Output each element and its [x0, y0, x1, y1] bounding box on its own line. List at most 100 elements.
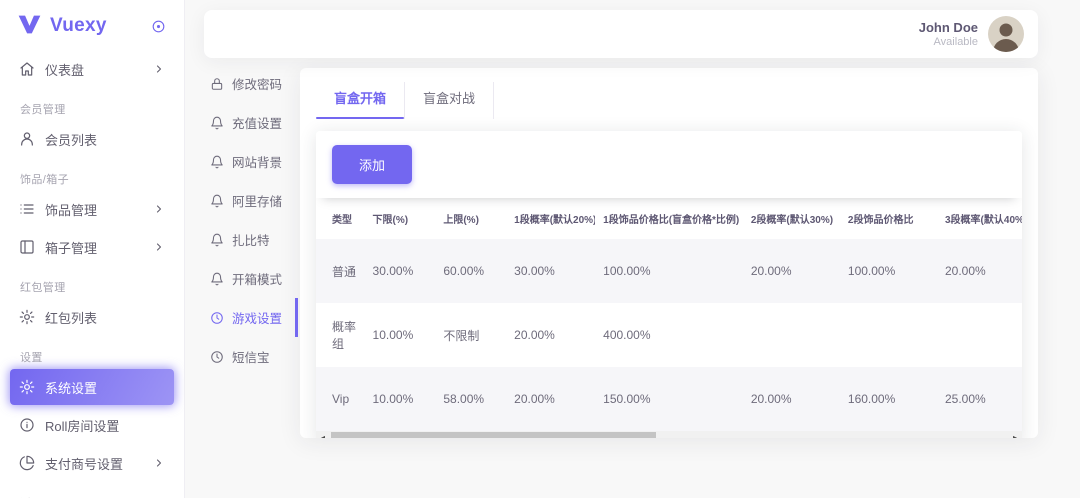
clock-icon	[210, 311, 224, 325]
sidebar-item-roll-room-settings[interactable]: Roll房间设置	[10, 407, 174, 443]
table-cell	[937, 303, 1022, 367]
sidebar-item-redpacket-list[interactable]: 红包列表	[10, 299, 174, 335]
sidebar-item-label: 会员列表	[45, 130, 165, 149]
table-cell: 58.00%	[435, 367, 506, 431]
bell-icon	[210, 155, 224, 169]
table-cell: 25.00%	[937, 367, 1022, 431]
bell-icon	[210, 272, 224, 286]
sidebar-section-items-boxes: 饰品/箱子	[20, 171, 184, 187]
table-cell: 10.00%	[365, 303, 436, 367]
sidebar-item-label: 支付商号设置	[45, 454, 143, 473]
submenu-item-label: 开箱模式	[232, 269, 282, 288]
sidebar-item-payment-merchant-settings[interactable]: 支付商号设置	[10, 445, 174, 481]
clock-icon	[210, 350, 224, 364]
column-header-stage3-rate: 3段概率(默认40%)	[937, 198, 1022, 239]
submenu-item-recharge-settings[interactable]: 充值设置	[186, 103, 298, 142]
submenu-item-label: 扎比特	[232, 230, 270, 249]
user-name: John Doe	[919, 20, 978, 35]
sidebar-item-label: 饰品管理	[45, 200, 143, 219]
table-row: 概率组 10.00% 不限制 20.00% 400.00%	[316, 303, 1022, 367]
brand[interactable]: Vuexy	[0, 0, 184, 49]
sidebar-item-label: Roll房间设置	[45, 416, 165, 435]
table-cell: 150.00%	[595, 367, 743, 431]
tabs: 盲盒开箱 盲盒对战	[300, 68, 1038, 119]
sidebar-item-dashboard[interactable]: 仪表盘	[10, 51, 174, 87]
table-cell: 不限制	[435, 303, 506, 367]
table-cell: 20.00%	[743, 239, 840, 303]
sidebar-item-box-mgmt[interactable]: 箱子管理	[10, 229, 174, 265]
submenu-item-change-password[interactable]: 修改密码	[186, 64, 298, 103]
table-cell: 概率组	[316, 303, 365, 367]
bell-icon	[210, 233, 224, 247]
settings-submenu: 修改密码 充值设置 网站背景 阿里存储 扎比特 开箱模式 游戏设置 短信宝	[186, 64, 298, 376]
submenu-item-zhabite[interactable]: 扎比特	[186, 220, 298, 259]
bell-icon	[210, 194, 224, 208]
column-header-type: 类型	[316, 198, 365, 239]
box-icon	[19, 239, 35, 255]
column-header-upper-limit: 上限(%)	[435, 198, 506, 239]
submenu-item-open-box-mode[interactable]: 开箱模式	[186, 259, 298, 298]
table-cell: 普通	[316, 239, 365, 303]
submenu-item-site-background[interactable]: 网站背景	[186, 142, 298, 181]
table-toolbar: 添加	[316, 131, 1022, 198]
pie-chart-icon	[19, 455, 35, 471]
list-icon	[19, 201, 35, 217]
header: John Doe Available	[204, 10, 1038, 58]
submenu-item-label: 游戏设置	[232, 308, 282, 327]
submenu-item-game-settings[interactable]: 游戏设置	[186, 298, 298, 337]
table-cell: 30.00%	[506, 239, 595, 303]
sidebar-item-item-mgmt[interactable]: 饰品管理	[10, 191, 174, 227]
column-header-stage1-rate: 1段概率(默认20%)	[506, 198, 595, 239]
sidebar-item-label: 仪表盘	[45, 60, 143, 79]
add-button[interactable]: 添加	[332, 145, 412, 184]
sidebar-item-label: 系统设置	[45, 378, 165, 397]
column-header-stage2-price-ratio: 2段饰品价格比	[840, 198, 937, 239]
user-meta: John Doe Available	[919, 20, 978, 48]
scroll-left-arrow-icon[interactable]: ◂	[316, 431, 330, 438]
sidebar-section-member-mgmt: 会员管理	[20, 101, 184, 117]
table-cell: 20.00%	[743, 367, 840, 431]
table-cell	[743, 303, 840, 367]
sidebar-item-label: 箱子管理	[45, 238, 143, 257]
submenu-item-ali-storage[interactable]: 阿里存储	[186, 181, 298, 220]
table-cell: 10.00%	[365, 367, 436, 431]
table-cell: 20.00%	[506, 367, 595, 431]
sidebar: Vuexy 仪表盘 会员管理 会员列表 饰品/箱子 饰品管理 箱子管理 红包管理	[0, 0, 185, 498]
column-header-stage2-rate: 2段概率(默认30%)	[743, 198, 840, 239]
table-cell: 100.00%	[840, 239, 937, 303]
user-icon	[19, 131, 35, 147]
rates-table: 类型 下限(%) 上限(%) 1段概率(默认20%) 1段饰品价格比(盲盒价格*…	[316, 198, 1022, 431]
lock-icon	[210, 77, 224, 91]
table-cell: 30.00%	[365, 239, 436, 303]
avatar[interactable]	[988, 16, 1024, 52]
chevron-right-icon	[153, 203, 165, 215]
column-header-stage1-price-ratio: 1段饰品价格比(盲盒价格*比例)	[595, 198, 743, 239]
sidebar-item-label: 红包列表	[45, 308, 165, 327]
horizontal-scrollbar[interactable]: ◂ ▸	[316, 431, 1022, 438]
submenu-item-label: 充值设置	[232, 113, 282, 132]
table-cell: 100.00%	[595, 239, 743, 303]
sidebar-item-member-list[interactable]: 会员列表	[10, 121, 174, 157]
user-status: Available	[919, 36, 978, 48]
submenu-item-label: 阿里存储	[232, 191, 282, 210]
table-cell: Vip	[316, 367, 365, 431]
sidebar-item-system-settings[interactable]: 系统设置	[10, 369, 174, 405]
submenu-item-sms-bao[interactable]: 短信宝	[186, 337, 298, 376]
sidebar-section-settings: 设置	[20, 349, 184, 365]
sidebar-menu: 仪表盘 会员管理 会员列表 饰品/箱子 饰品管理 箱子管理 红包管理 红包列表 …	[0, 51, 184, 498]
scroll-right-arrow-icon[interactable]: ▸	[1008, 431, 1022, 438]
user-menu[interactable]: John Doe Available	[919, 16, 1024, 52]
tab-blindbox-open[interactable]: 盲盒开箱	[316, 82, 405, 119]
submenu-item-label: 短信宝	[232, 347, 270, 366]
table-row: 普通 30.00% 60.00% 30.00% 100.00% 20.00% 1…	[316, 239, 1022, 303]
tab-blindbox-battle[interactable]: 盲盒对战	[405, 82, 494, 119]
chevron-right-icon	[153, 241, 165, 253]
table-cell: 160.00%	[840, 367, 937, 431]
main-card: 盲盒开箱 盲盒对战 添加 类型 下限(%) 上限(%) 1段概率(默认20%) …	[300, 68, 1038, 438]
scrollbar-thumb[interactable]	[331, 432, 656, 438]
sidebar-collapse-toggle-icon[interactable]	[151, 19, 166, 34]
submenu-item-label: 修改密码	[232, 74, 282, 93]
chevron-right-icon	[153, 457, 165, 469]
bell-icon	[210, 116, 224, 130]
table-cell: 400.00%	[595, 303, 743, 367]
